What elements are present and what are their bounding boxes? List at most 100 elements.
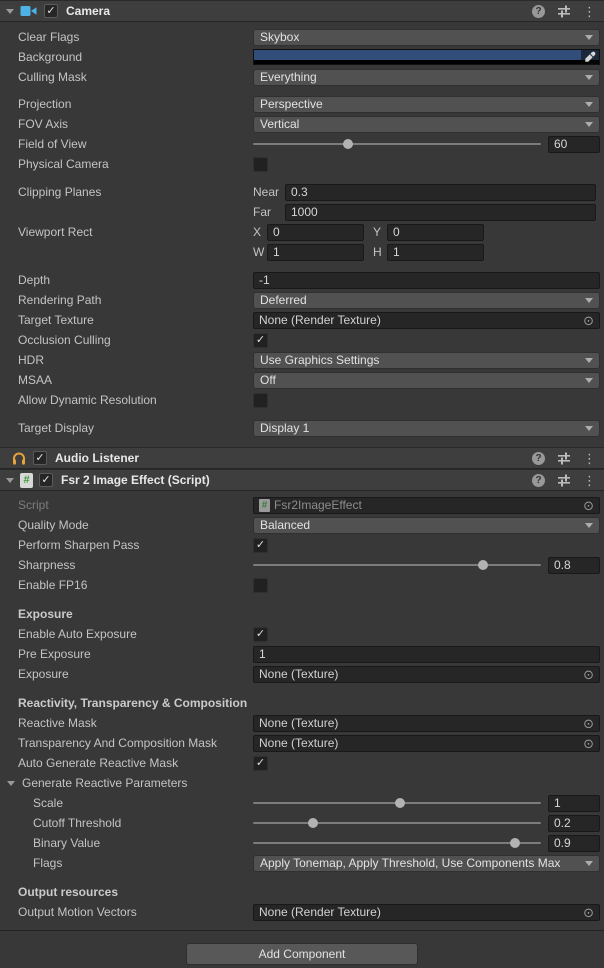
binary-value-row: Binary Value 0.9 [0,833,604,853]
rendering-path-row: Rendering Path Deferred [0,290,604,310]
more-options-icon[interactable]: ⋮ [583,474,596,487]
rendering-path-dropdown[interactable]: Deferred [253,292,600,309]
fsr2-enabled-checkbox[interactable]: ✓ [39,473,53,487]
sharpness-slider[interactable] [253,557,541,573]
object-picker-icon[interactable]: ⊙ [583,717,594,730]
hdr-dropdown[interactable]: Use Graphics Settings [253,352,600,369]
eyedropper-button[interactable] [581,50,599,64]
msaa-value: Off [260,373,276,387]
flags-dropdown[interactable]: Apply Tonemap, Apply Threshold, Use Comp… [253,855,600,872]
viewport-w-input[interactable]: 1 [267,244,364,261]
viewport-h-input[interactable]: 1 [387,244,484,261]
help-icon[interactable]: ? [532,5,545,18]
occlusion-culling-row: Occlusion Culling ✓ [0,330,604,350]
projection-row: Projection Perspective [0,94,604,114]
slider-handle[interactable] [478,560,488,570]
script-object-field[interactable]: # Fsr2ImageEffect ⊙ [253,497,600,514]
help-icon[interactable]: ? [532,474,545,487]
fsr2-foldout-icon[interactable] [6,478,14,483]
flags-label: Flags [0,856,253,870]
object-picker-icon[interactable]: ⊙ [583,668,594,681]
physical-camera-checkbox[interactable] [253,157,268,172]
reactive-mask-object-field[interactable]: None (Texture) ⊙ [253,715,600,732]
cutoff-threshold-slider[interactable] [253,815,541,831]
generate-reactive-parameters-foldout-icon[interactable] [7,781,15,786]
perform-sharpen-pass-row: Perform Sharpen Pass ✓ [0,535,604,555]
hdr-row: HDR Use Graphics Settings [0,350,604,370]
chevron-down-icon [585,122,593,127]
presets-icon[interactable] [557,473,571,487]
camera-enabled-checkbox[interactable]: ✓ [44,4,58,18]
viewport-x-input[interactable]: 0 [267,224,364,241]
target-display-value: Display 1 [260,421,309,435]
binary-value-slider[interactable] [253,835,541,851]
help-icon[interactable]: ? [532,452,545,465]
object-picker-icon[interactable]: ⊙ [583,314,594,327]
object-picker-icon[interactable]: ⊙ [583,737,594,750]
near-label: Near [253,185,285,199]
scale-input[interactable]: 1 [548,795,600,812]
audio-listener-enabled-checkbox[interactable]: ✓ [33,451,47,465]
add-component-button[interactable]: Add Component [186,943,418,965]
background-label: Background [0,50,253,64]
allow-dynamic-resolution-row: Allow Dynamic Resolution [0,390,604,410]
audio-listener-component-header: ✓ Audio Listener ? ⋮ [0,447,604,469]
scale-slider[interactable] [253,795,541,811]
clipping-planes-label: Clipping Planes [0,182,253,202]
field-of-view-input[interactable]: 60 [548,136,600,153]
far-input[interactable]: 1000 [285,204,596,221]
quality-mode-dropdown[interactable]: Balanced [253,517,600,534]
slider-track [253,822,541,824]
depth-input[interactable]: -1 [253,272,600,289]
reactivity-section-row: Reactivity, Transparency & Composition [0,693,604,713]
enable-auto-exposure-checkbox[interactable]: ✓ [253,627,268,642]
binary-value-input[interactable]: 0.9 [548,835,600,852]
enable-fp16-checkbox[interactable] [253,578,268,593]
projection-dropdown[interactable]: Perspective [253,96,600,113]
sharpness-input[interactable]: 0.8 [548,557,600,574]
slider-handle[interactable] [343,139,353,149]
audio-listener-component-title: Audio Listener [55,451,139,465]
more-options-icon[interactable]: ⋮ [583,452,596,465]
auto-generate-reactive-mask-checkbox[interactable]: ✓ [253,756,268,771]
viewport-y-input[interactable]: 0 [387,224,484,241]
cutoff-threshold-row: Cutoff Threshold 0.2 [0,813,604,833]
scale-row: Scale 1 [0,793,604,813]
cutoff-threshold-label: Cutoff Threshold [0,816,253,830]
chevron-down-icon [585,523,593,528]
cutoff-threshold-input[interactable]: 0.2 [548,815,600,832]
script-value: Fsr2ImageEffect [274,498,362,512]
output-motion-vectors-value: None (Render Texture) [259,905,381,919]
fov-axis-dropdown[interactable]: Vertical [253,116,600,133]
near-input[interactable]: 0.3 [285,184,596,201]
object-picker-icon[interactable]: ⊙ [583,906,594,919]
background-color-field[interactable] [253,49,600,65]
clear-flags-dropdown[interactable]: Skybox [253,29,600,46]
slider-handle[interactable] [510,838,520,848]
perform-sharpen-pass-checkbox[interactable]: ✓ [253,538,268,553]
field-of-view-slider[interactable] [253,136,541,152]
chevron-down-icon [585,298,593,303]
more-options-icon[interactable]: ⋮ [583,5,596,18]
allow-dynamic-resolution-checkbox[interactable] [253,393,268,408]
slider-handle[interactable] [395,798,405,808]
camera-foldout-icon[interactable] [6,9,14,14]
msaa-dropdown[interactable]: Off [253,372,600,389]
object-picker-icon[interactable]: ⊙ [583,499,594,512]
exposure-section-row: Exposure [0,604,604,624]
occlusion-culling-checkbox[interactable]: ✓ [253,333,268,348]
presets-icon[interactable] [557,4,571,18]
output-motion-vectors-object-field[interactable]: None (Render Texture) ⊙ [253,904,600,921]
presets-icon[interactable] [557,451,571,465]
culling-mask-dropdown[interactable]: Everything [253,69,600,86]
target-display-row: Target Display Display 1 [0,418,604,438]
w-label: W [253,245,267,259]
transparency-mask-object-field[interactable]: None (Texture) ⊙ [253,735,600,752]
enable-fp16-row: Enable FP16 [0,575,604,595]
target-display-dropdown[interactable]: Display 1 [253,420,600,437]
slider-handle[interactable] [308,818,318,828]
target-texture-object-field[interactable]: None (Render Texture) ⊙ [253,312,600,329]
exposure-object-field[interactable]: None (Texture) ⊙ [253,666,600,683]
pre-exposure-input[interactable]: 1 [253,646,600,663]
reactive-mask-row: Reactive Mask None (Texture) ⊙ [0,713,604,733]
